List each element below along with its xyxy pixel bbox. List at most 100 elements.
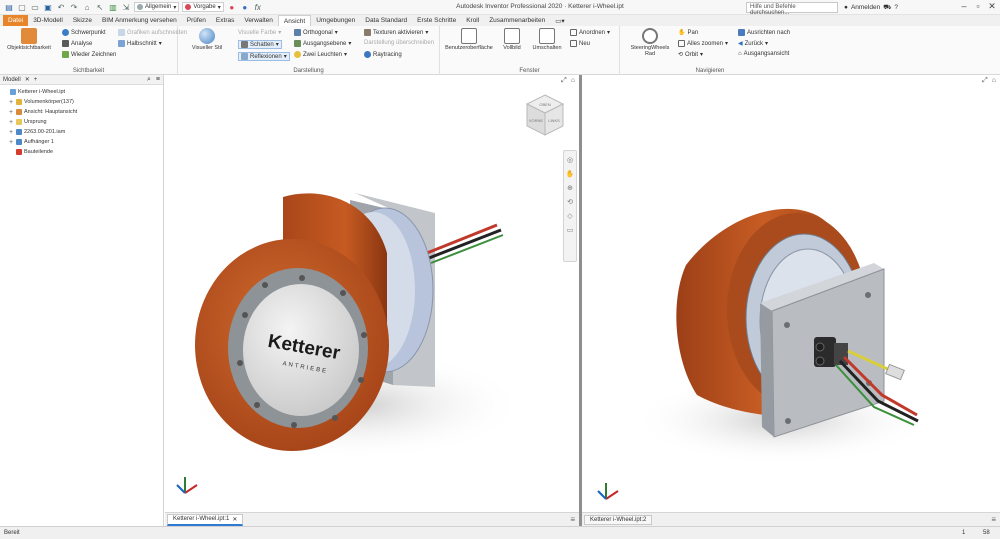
expand-icon[interactable]: + xyxy=(8,139,14,146)
two-lights-button[interactable]: Zwei Leuchten ▾ xyxy=(294,51,347,58)
new-icon[interactable]: ▢ xyxy=(17,2,27,12)
steering-wheels-button[interactable]: SteeringWheels Rad xyxy=(624,28,676,57)
tabs-overflow-icon[interactable]: ▭▾ xyxy=(550,15,569,26)
app-menu-icon[interactable]: ▤ xyxy=(4,2,14,12)
full-screen-button[interactable]: Vollbild xyxy=(498,28,526,51)
zoom-all-button[interactable]: Alles zoomen ▾ xyxy=(678,40,728,47)
raytracing-button[interactable]: Raytracing xyxy=(364,51,402,58)
shadows-button[interactable]: Schatten ▾ xyxy=(238,40,282,49)
viewport-left[interactable]: Ketterer ANTRIEBE OBEN VORNE LINKS ⤢ ⌂ xyxy=(165,75,579,512)
user-interface-button[interactable]: Benutzeroberfläche xyxy=(444,28,494,51)
material-select[interactable]: Allgemein ▾ xyxy=(134,2,180,12)
center-of-gravity-button[interactable]: Schwerpunkt xyxy=(62,29,106,36)
maximize-icon[interactable]: ▫ xyxy=(971,1,985,11)
browser-tab-modell[interactable]: Modell xyxy=(3,77,21,83)
home-icon[interactable]: ⌂ xyxy=(82,2,92,12)
appearance-icon[interactable]: ● xyxy=(227,2,237,12)
expand-icon[interactable]: + xyxy=(8,99,14,106)
redraw-button[interactable]: Wieder Zeichnen xyxy=(62,51,116,58)
home-view-button[interactable]: ⌂ Ausgangsansicht xyxy=(738,51,789,57)
tab-zusammenarbeiten[interactable]: Zusammenarbeiten xyxy=(484,15,550,26)
tab-erste-schritte[interactable]: Erste Schritte xyxy=(412,15,461,26)
ground-plane-button[interactable]: Ausgangsebene ▾ xyxy=(294,40,351,47)
model-render-left[interactable]: Ketterer ANTRIEBE OBEN VORNE LINKS xyxy=(165,75,579,512)
cart-icon[interactable]: ⛟ xyxy=(883,3,891,12)
close-doc-tab-icon[interactable]: ✕ xyxy=(232,516,237,523)
tree-node[interactable]: Ketterer i-Wheel.ipt xyxy=(2,87,161,97)
help-icon[interactable]: ? xyxy=(894,4,898,11)
close-browser-tab-icon[interactable]: ✕ xyxy=(25,76,30,83)
half-section-button[interactable]: Halbschnitt ▾ xyxy=(118,40,162,47)
measure-icon[interactable]: ⇲ xyxy=(121,2,131,12)
doc-tabs-menu-icon[interactable]: ≡ xyxy=(991,515,996,524)
fx-icon[interactable]: fx xyxy=(253,2,263,12)
tree-node[interactable]: + Aufhänger 1 xyxy=(2,137,161,147)
tree-node[interactable]: + Volumenkörper(137) xyxy=(2,97,161,107)
tab-kroll[interactable]: Kroll xyxy=(461,15,484,26)
select-icon[interactable]: ↖ xyxy=(95,2,105,12)
pan-nav-icon[interactable]: ✋ xyxy=(566,170,575,178)
expand-icon[interactable]: + xyxy=(8,109,14,116)
orbit-button[interactable]: ⟲ Orbit ▾ xyxy=(678,51,703,59)
browser-search-icon[interactable]: ⌕ xyxy=(147,76,151,84)
object-visibility-button[interactable]: Objektsichtbarkeit xyxy=(4,28,54,51)
help-search-input[interactable]: Hilfe und Befehle durchsuchen... xyxy=(746,2,838,16)
orbit-nav-icon[interactable]: ⟲ xyxy=(567,198,573,206)
back-button[interactable]: ◀ Zurück ▾ xyxy=(738,40,768,48)
tab-umgebungen[interactable]: Umgebungen xyxy=(311,15,360,26)
redo-icon[interactable]: ↷ xyxy=(69,2,79,12)
appearance-select[interactable]: Vorgabe ▾ xyxy=(182,2,224,12)
orthographic-button[interactable]: Orthogonal ▾ xyxy=(294,29,338,36)
switch-window-button[interactable]: Umschalten xyxy=(530,28,564,51)
document-tab-right[interactable]: Ketterer i-Wheel.ipt:2 xyxy=(584,514,653,525)
enable-textures-button[interactable]: Texturen aktivieren ▾ xyxy=(364,29,428,36)
color-icon[interactable]: ● xyxy=(240,2,250,12)
nav-menu-icon[interactable]: ▭ xyxy=(567,226,574,234)
steering-wheel-nav-icon[interactable]: ◎ xyxy=(567,156,573,164)
update-icon[interactable]: ▥ xyxy=(108,2,118,12)
tree-node[interactable]: Bauteilende xyxy=(2,147,161,157)
document-tab-left[interactable]: Ketterer i-Wheel.ipt:1 ✕ xyxy=(167,513,244,526)
browser-menu-icon[interactable]: ≡ xyxy=(156,76,160,84)
new-window-button[interactable]: Neu xyxy=(570,40,590,47)
visual-style-button[interactable]: Visueller Stil xyxy=(184,28,230,51)
home-view-icon[interactable]: ⌂ xyxy=(992,77,996,85)
viewport-right[interactable]: ⤢ ⌂ xyxy=(582,75,1000,512)
undo-icon[interactable]: ↶ xyxy=(56,2,66,12)
minimize-icon[interactable]: – xyxy=(957,1,971,11)
maximize-viewport-icon[interactable]: ⤢ xyxy=(982,77,988,85)
open-icon[interactable]: ▭ xyxy=(30,2,40,12)
expand-icon[interactable]: + xyxy=(8,119,14,126)
doc-tabs-menu-icon[interactable]: ≡ xyxy=(570,515,575,524)
sign-in[interactable]: ● Anmelden ⛟? xyxy=(844,3,898,12)
home-view-icon[interactable]: ⌂ xyxy=(571,77,575,85)
expand-icon[interactable]: + xyxy=(8,129,14,136)
look-at-nav-icon[interactable]: ◇ xyxy=(567,212,572,220)
zoom-nav-icon[interactable]: ⊕ xyxy=(567,184,573,192)
visual-color-button[interactable]: Visuelle Farbe ▾ xyxy=(238,29,281,37)
tree-node[interactable]: + Ursprung xyxy=(2,117,161,127)
tab-ansicht[interactable]: Ansicht xyxy=(277,15,312,26)
analysis-button[interactable]: Analyse xyxy=(62,40,92,47)
tree-node[interactable]: +2263.00-201.iam xyxy=(2,127,161,137)
tab-data-standard[interactable]: Data Standard xyxy=(360,15,412,26)
override-appearance-button[interactable]: Darstellung überschreiben xyxy=(364,40,434,46)
close-icon[interactable]: ✕ xyxy=(985,1,999,12)
view-cube[interactable]: OBEN VORNE LINKS xyxy=(525,94,565,136)
save-icon[interactable]: ▣ xyxy=(43,2,53,12)
model-render-right[interactable] xyxy=(582,75,1000,512)
tab-datei[interactable]: Datei xyxy=(3,15,29,26)
pan-button[interactable]: ✋ Pan xyxy=(678,29,698,37)
tab-bim-anmerkung-versehen[interactable]: BIM Anmerkung versehen xyxy=(97,15,182,26)
add-browser-tab-icon[interactable]: + xyxy=(34,77,38,83)
look-at-button[interactable]: Ausrichten nach xyxy=(738,29,790,36)
tab-skizze[interactable]: Skizze xyxy=(68,15,97,26)
arrange-button[interactable]: Anordnen ▾ xyxy=(570,29,610,36)
tab-3d-modell[interactable]: 3D-Modell xyxy=(28,15,68,26)
maximize-viewport-icon[interactable]: ⤢ xyxy=(561,77,567,85)
tab-pr-fen[interactable]: Prüfen xyxy=(182,15,211,26)
tab-verwalten[interactable]: Verwalten xyxy=(239,15,278,26)
tree-node[interactable]: + Ansicht: Hauptansicht xyxy=(2,107,161,117)
tab-extras[interactable]: Extras xyxy=(211,15,239,26)
reflections-button[interactable]: Reflexionen ▾ xyxy=(238,52,290,61)
